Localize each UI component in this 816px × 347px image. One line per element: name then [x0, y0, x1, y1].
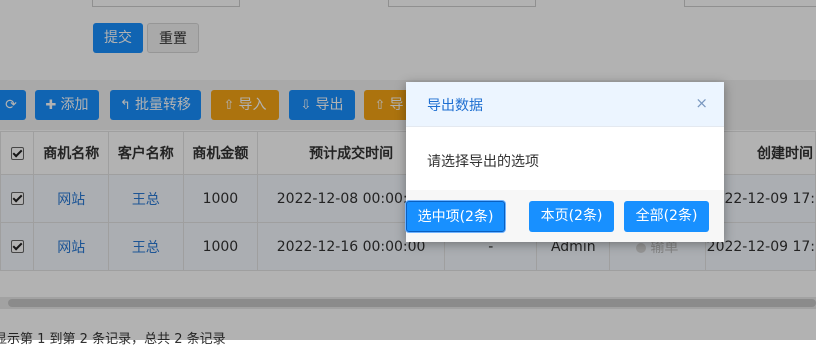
dialog-body: 请选择导出的选项 [406, 127, 724, 192]
dialog-header: 导出数据 × [406, 82, 724, 127]
close-icon[interactable]: × [695, 94, 708, 112]
export-all-button[interactable]: 全部(2条) [624, 201, 709, 232]
dialog-footer: 选中项(2条) 本页(2条) 全部(2条) [406, 190, 724, 242]
export-dialog: 导出数据 × 请选择导出的选项 选中项(2条) 本页(2条) 全部(2条) [406, 82, 724, 242]
export-page-button[interactable]: 本页(2条) [529, 201, 614, 232]
dialog-title: 导出数据 [427, 98, 483, 114]
dialog-message: 请选择导出的选项 [427, 154, 539, 170]
export-selected-button[interactable]: 选中项(2条) [406, 201, 505, 232]
